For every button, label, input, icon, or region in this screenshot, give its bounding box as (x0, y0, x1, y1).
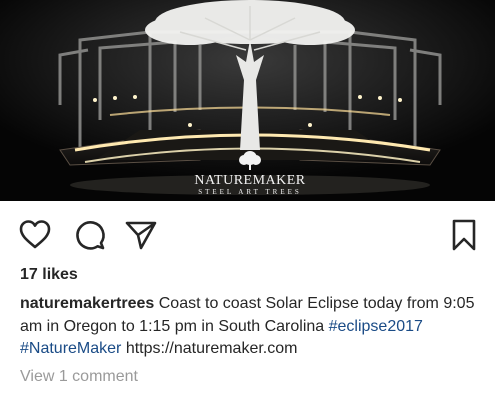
watermark-brand: NATUREMAKER (194, 173, 306, 188)
share-button[interactable] (124, 218, 158, 252)
watermark-tagline: STEEL ART TREES (198, 188, 302, 196)
hashtag-link[interactable]: #eclipse2017 (329, 318, 423, 335)
bookmark-icon (452, 219, 476, 251)
post-photo[interactable]: NATUREMAKER STEEL ART TREES (0, 0, 495, 201)
save-button[interactable] (451, 218, 485, 252)
share-icon (125, 221, 157, 250)
comment-button[interactable] (73, 218, 107, 252)
likes-count[interactable]: 17 likes (20, 266, 78, 284)
caption-username[interactable]: naturemakertrees (20, 295, 154, 312)
hashtag-link[interactable]: #NatureMaker (20, 340, 121, 357)
heart-icon (19, 220, 51, 249)
tree-logo-icon (239, 151, 261, 170)
post-action-bar (0, 201, 495, 261)
like-button[interactable] (18, 218, 52, 252)
comment-icon (76, 221, 105, 250)
naturemaker-watermark: NATUREMAKER STEEL ART TREES (185, 150, 315, 197)
caption-url: https://naturemaker.com (125, 340, 298, 357)
view-comments-link[interactable]: View 1 comment (20, 368, 138, 386)
post-caption: naturemakertrees Coast to coast Solar Ec… (20, 293, 480, 361)
